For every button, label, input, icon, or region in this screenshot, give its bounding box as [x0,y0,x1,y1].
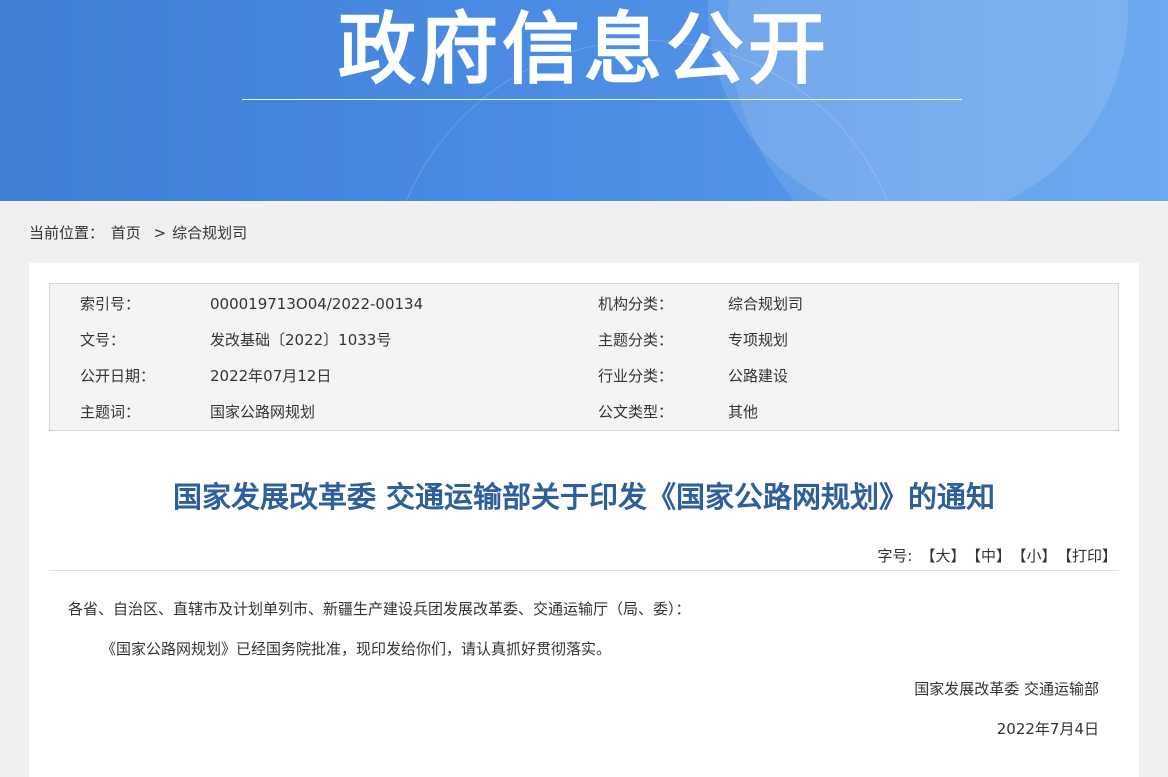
doctype-value: 其他 [728,403,759,421]
font-size-label: 字号: [877,547,913,565]
breadcrumb-separator: > [153,224,167,242]
industry-value: 公路建设 [728,367,789,385]
index-label: 索引号： [80,295,141,313]
metadata-table: 索引号： 000019713O04/2022-00134 机构分类： 综合规划司… [49,283,1119,431]
body-paragraph: 《国家公路网规划》已经国务院批准，现印发给你们，请认真抓好贯彻落实。 [101,640,612,658]
breadcrumb-prefix: 当前位置： [29,224,105,242]
index-value: 000019713O04/2022-00134 [210,295,424,313]
font-large-button[interactable]: 【大】 [920,547,965,565]
industry-label: 行业分类： [598,367,674,385]
org-value: 综合规划司 [728,295,804,313]
document-title: 国家发展改革委 交通运输部关于印发《国家公路网规划》的通知 [172,480,996,514]
date-label: 公开日期： [80,367,156,385]
metadata-row: 索引号： 000019713O04/2022-00134 机构分类： 综合规划司 [50,286,1118,322]
metadata-row: 主题词： 国家公路网规划 公文类型： 其他 [50,394,1118,430]
breadcrumb-current-link[interactable]: 综合规划司 [172,224,247,242]
metadata-row: 文号： 发改基础〔2022〕1033号 主题分类： 专项规划 [50,322,1118,358]
signature-date: 2022年7月4日 [996,720,1099,738]
breadcrumb: 当前位置： 首页 > 综合规划司 [29,222,249,244]
keyword-value: 国家公路网规划 [210,403,316,421]
metadata-row: 公开日期： 2022年07月12日 行业分类： 公路建设 [50,358,1118,394]
docno-value: 发改基础〔2022〕1033号 [210,331,392,349]
banner-title: 政府信息公开 [337,5,830,95]
date-value: 2022年07月12日 [210,367,332,385]
breadcrumb-home-link[interactable]: 首页 [111,224,141,242]
doctype-label: 公文类型： [598,403,674,421]
salutation: 各省、自治区、直辖市及计划单列市、新疆生产建设兵团发展改革委、交通运输厅（局、委… [68,600,691,618]
keyword-label: 主题词： [80,403,141,421]
topic-label: 主题分类： [598,331,674,349]
print-button[interactable]: 【打印】 [1064,547,1117,565]
content-panel: 索引号： 000019713O04/2022-00134 机构分类： 综合规划司… [29,263,1139,777]
font-medium-button[interactable]: 【中】 [973,547,1011,565]
org-label: 机构分类： [598,295,674,313]
title-divider [49,570,1119,571]
font-size-tools: 字号: 【大】 【中】 【小】 【打印】 [877,545,1117,567]
topic-value: 专项规划 [728,331,789,349]
header-banner: 政府信息公开 [0,0,1168,201]
font-small-button[interactable]: 【小】 [1019,547,1057,565]
docno-label: 文号： [80,331,126,349]
banner-underline [242,99,962,100]
signature: 国家发展改革委 交通运输部 [914,680,1099,698]
